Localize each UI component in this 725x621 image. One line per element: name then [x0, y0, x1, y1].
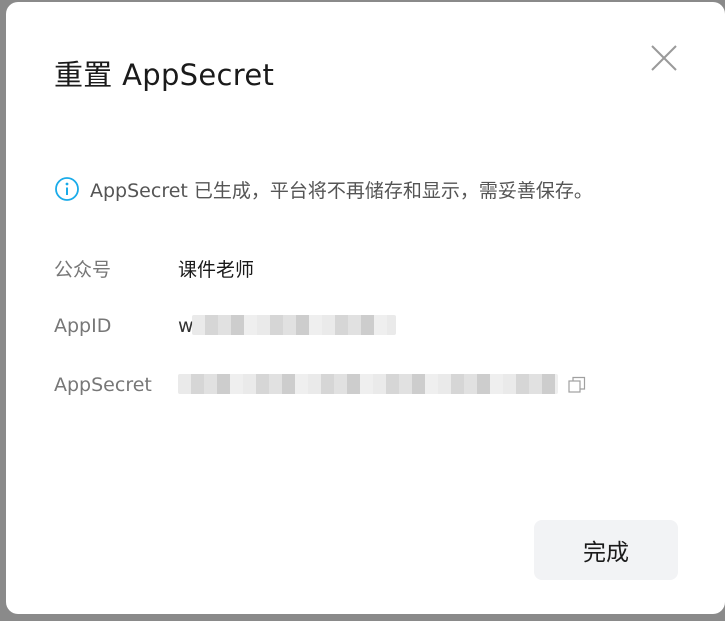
dialog-title: 重置 AppSecret [54, 58, 275, 92]
done-button[interactable]: 完成 [534, 520, 678, 580]
close-icon[interactable] [644, 38, 684, 78]
field-label-appsecret: AppSecret [54, 374, 152, 396]
appid-redacted-value [192, 315, 396, 335]
reset-appsecret-dialog: 重置 AppSecret AppSecret 已生成，平台将不再储存和显示，需妥… [6, 2, 725, 614]
info-icon [55, 177, 79, 201]
appsecret-redacted-value [178, 374, 558, 394]
field-label-account: 公众号 [54, 259, 112, 281]
field-label-appid: AppID [54, 315, 112, 337]
info-text: AppSecret 已生成，平台将不再储存和显示，需妥善保存。 [90, 179, 593, 202]
field-value-account: 课件老师 [178, 259, 255, 281]
info-notice: AppSecret 已生成，平台将不再储存和显示，需妥善保存。 [54, 175, 593, 203]
copy-icon[interactable] [568, 376, 586, 394]
